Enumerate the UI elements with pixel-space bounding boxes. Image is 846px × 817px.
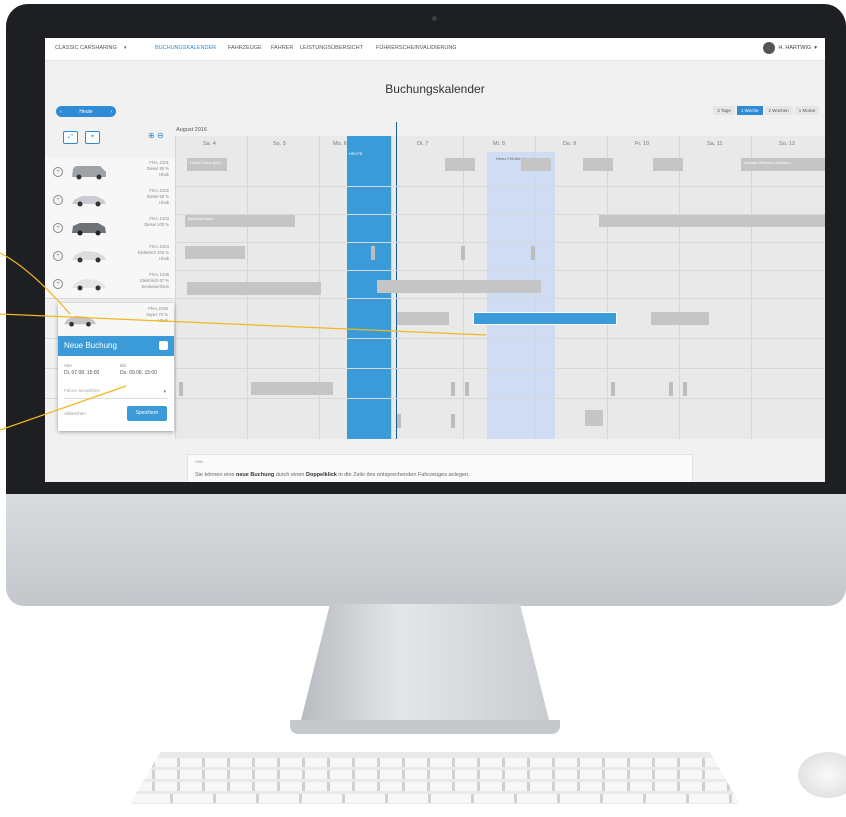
- callout-lines: [0, 252, 487, 431]
